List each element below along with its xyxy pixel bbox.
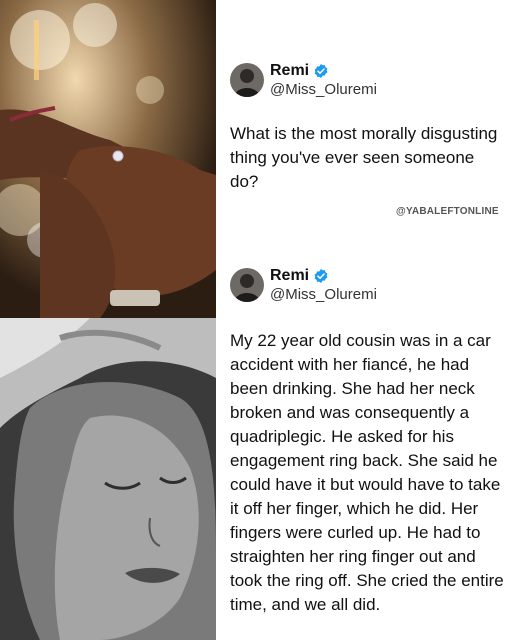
proposal-photo	[0, 0, 216, 318]
avatar[interactable]	[230, 63, 264, 97]
verified-badge-icon	[314, 269, 328, 284]
tweet-reply: Remi @Miss_Oluremi My 22 year old cousin…	[230, 265, 506, 617]
avatar[interactable]	[230, 268, 264, 302]
tweet-question: Remi @Miss_Oluremi What is the most mora…	[230, 60, 506, 194]
tweet-text: What is the most morally disgusting thin…	[230, 124, 498, 191]
verified-badge-icon	[314, 64, 328, 79]
author-name[interactable]: Remi	[270, 267, 309, 285]
author-name[interactable]: Remi	[270, 62, 309, 80]
watermark: @YABALEFTONLINE	[396, 206, 499, 217]
tweet-header: Remi @Miss_Oluremi	[230, 265, 506, 305]
crying-woman-photo	[0, 318, 216, 640]
author-handle[interactable]: @Miss_Oluremi	[270, 286, 377, 303]
tweet-header: Remi @Miss_Oluremi	[230, 60, 506, 100]
tweet-text: My 22 year old cousin was in a car accid…	[230, 331, 504, 614]
author-handle[interactable]: @Miss_Oluremi	[270, 81, 377, 98]
